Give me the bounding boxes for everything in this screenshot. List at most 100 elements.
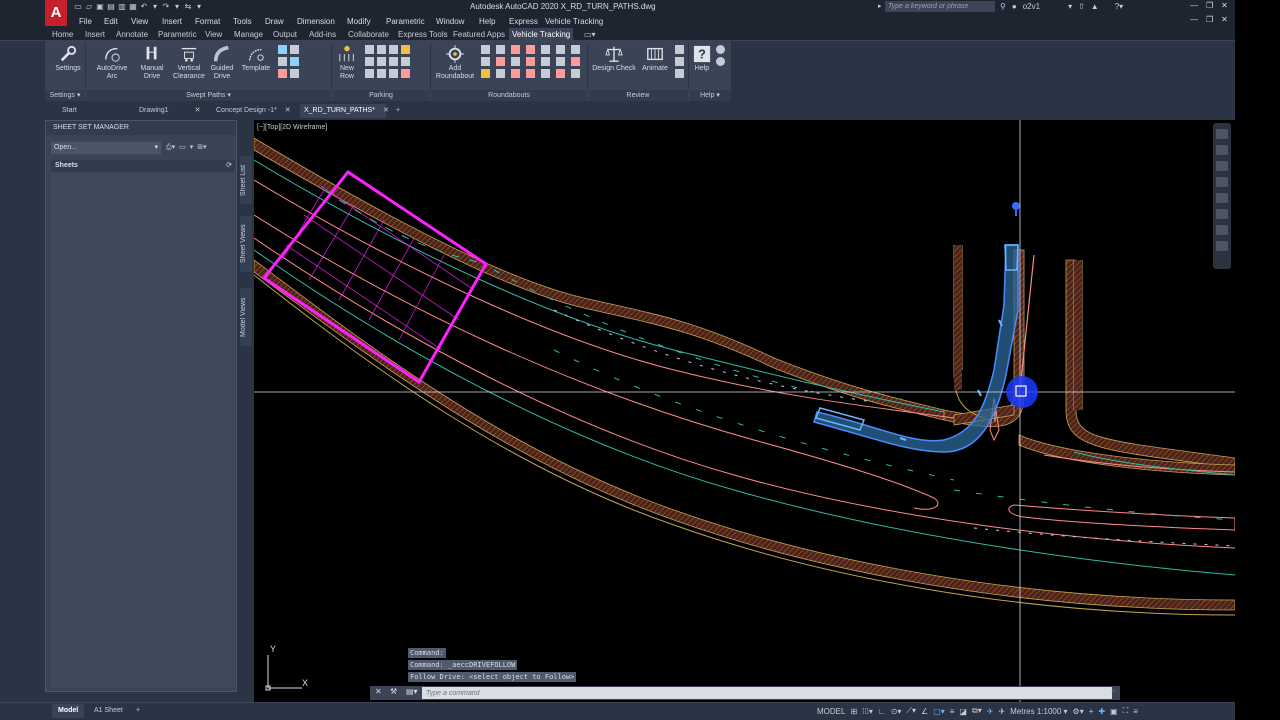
- menu-modify[interactable]: Modify: [347, 17, 371, 26]
- autocad-logo[interactable]: A: [45, 0, 67, 26]
- lineweight-icon[interactable]: ≡: [950, 707, 955, 716]
- exchange-icon[interactable]: ⇧: [1078, 2, 1085, 11]
- roundabout-tool-icon[interactable]: [556, 45, 565, 54]
- tab-view[interactable]: View: [205, 30, 222, 39]
- chevron-up-icon[interactable]: ▲: [1110, 687, 1117, 694]
- redo-icon[interactable]: ↷: [162, 2, 170, 12]
- steering-wheel-icon[interactable]: [1216, 129, 1228, 139]
- tab-parametric[interactable]: Parametric: [158, 30, 197, 39]
- command-line-close-icon[interactable]: ✕: [375, 687, 382, 696]
- qat-customize-icon[interactable]: ▾: [195, 2, 203, 12]
- settings-panel-footer[interactable]: Settings ▾: [45, 90, 85, 101]
- object-snap-icon[interactable]: ▢▾: [933, 707, 945, 716]
- clean-screen-icon[interactable]: ⛶: [1123, 706, 1129, 716]
- tab-add-ins[interactable]: Add-ins: [309, 30, 336, 39]
- roundabout-tool-icon[interactable]: [481, 57, 490, 66]
- tab-manage[interactable]: Manage: [234, 30, 263, 39]
- menu-edit[interactable]: Edit: [104, 17, 118, 26]
- tool-icon[interactable]: [290, 45, 299, 54]
- parking-panel-footer[interactable]: Parking: [332, 90, 430, 101]
- parking-tool-icon[interactable]: [401, 45, 410, 54]
- tool-icon[interactable]: [290, 57, 299, 66]
- menu-window[interactable]: Window: [436, 17, 464, 26]
- menu-tools[interactable]: Tools: [233, 17, 252, 26]
- orbit-icon[interactable]: [1216, 177, 1228, 187]
- settings-button[interactable]: Settings: [51, 45, 85, 73]
- auto-scale-icon[interactable]: ✈: [998, 707, 1005, 716]
- tab-home[interactable]: Home: [52, 30, 73, 39]
- pan-icon[interactable]: [1216, 145, 1228, 155]
- roundabout-tool-icon[interactable]: [496, 69, 505, 78]
- autodrive-arc-button[interactable]: AutoDrive Arc: [93, 45, 131, 81]
- palette-title[interactable]: SHEET SET MANAGER: [46, 121, 236, 135]
- transparency-icon[interactable]: ◪: [959, 707, 967, 716]
- design-check-button[interactable]: Design Check: [590, 45, 638, 73]
- roundabout-tool-icon[interactable]: [511, 69, 520, 78]
- roundabout-tool-icon[interactable]: [571, 45, 580, 54]
- help-button[interactable]: ? Help: [692, 45, 712, 73]
- menu-format[interactable]: Format: [195, 17, 220, 26]
- guided-drive-button[interactable]: Guided Drive: [208, 45, 236, 81]
- layout-tab-model[interactable]: Model: [52, 704, 85, 718]
- doc-tab-x-rd-turn-paths[interactable]: X_RD_TURN_PATHS* ✕: [300, 104, 389, 118]
- review-panel-footer[interactable]: Review: [588, 90, 688, 101]
- nav-extra-icon[interactable]: [1216, 209, 1228, 219]
- recent-commands-icon[interactable]: ▤▾: [406, 687, 418, 696]
- minimize-icon[interactable]: —: [1190, 1, 1198, 10]
- roundabout-tool-icon[interactable]: [556, 69, 565, 78]
- isodraft-icon[interactable]: ⟋▾: [906, 706, 916, 716]
- new-tab-button[interactable]: +: [392, 104, 406, 118]
- gear-icon[interactable]: ⚙▾: [1073, 707, 1084, 716]
- review-tool-icon[interactable]: [675, 57, 684, 66]
- tool-icon[interactable]: [278, 57, 287, 66]
- roundabout-tool-icon[interactable]: [541, 69, 550, 78]
- menu-draw[interactable]: Draw: [265, 17, 284, 26]
- vertical-clearance-button[interactable]: Vertical Clearance: [171, 45, 207, 81]
- close-icon[interactable]: ✕: [1221, 1, 1228, 10]
- user-dropdown-icon[interactable]: ▾: [1068, 2, 1072, 11]
- plus-icon[interactable]: +: [1089, 707, 1094, 716]
- new-icon[interactable]: ▭: [74, 2, 82, 12]
- tab-output[interactable]: Output: [273, 30, 297, 39]
- redo-dropdown-icon[interactable]: ▾: [173, 2, 181, 12]
- open-icon[interactable]: ▱: [85, 2, 93, 12]
- roundabout-tool-icon[interactable]: [571, 57, 580, 66]
- menu-parametric[interactable]: Parametric: [386, 17, 425, 26]
- doc-tab-start[interactable]: Start: [58, 104, 130, 118]
- parking-tool-icon[interactable]: [365, 69, 374, 78]
- showmotion-icon[interactable]: [1216, 193, 1228, 203]
- grid-icon[interactable]: ⊞: [850, 707, 857, 716]
- share-icon[interactable]: ⇆: [184, 2, 192, 12]
- manual-drive-button[interactable]: Manual Drive: [137, 45, 167, 81]
- roundabout-tool-icon[interactable]: [511, 57, 520, 66]
- binoculars-icon[interactable]: ⚲: [1000, 2, 1006, 11]
- animate-button[interactable]: Animate: [639, 45, 671, 73]
- menu-view[interactable]: View: [131, 17, 148, 26]
- doc-tab-concept-design[interactable]: Concept Design -1* ✕: [212, 104, 298, 118]
- close-icon[interactable]: ✕: [383, 107, 389, 114]
- sheet-set-select[interactable]: Open... ▾: [51, 142, 161, 154]
- menu-dimension[interactable]: Dimension: [297, 17, 335, 26]
- roundabout-tool-icon[interactable]: [526, 45, 535, 54]
- parking-tool-icon[interactable]: [389, 45, 398, 54]
- wrench-icon[interactable]: ⚒: [390, 687, 397, 696]
- parking-tool-icon[interactable]: [389, 69, 398, 78]
- menu-express[interactable]: Express: [509, 17, 538, 26]
- polar-icon[interactable]: ⊙▾: [891, 707, 902, 716]
- isolate-objects-icon[interactable]: ✚: [1098, 707, 1105, 716]
- parking-tool-icon[interactable]: [401, 57, 410, 66]
- tab-annotate[interactable]: Annotate: [116, 30, 148, 39]
- model-space-toggle[interactable]: MODEL: [817, 707, 845, 716]
- tab-sheet-list[interactable]: Sheet List: [240, 156, 252, 204]
- sheets-tree[interactable]: [51, 173, 235, 688]
- tool-icon[interactable]: [290, 69, 299, 78]
- parking-tool-icon[interactable]: [365, 57, 374, 66]
- add-roundabout-button[interactable]: Add Roundabout: [433, 45, 477, 81]
- doc-minimize-icon[interactable]: —: [1190, 15, 1198, 24]
- roundabout-tool-icon[interactable]: [571, 69, 580, 78]
- ribbon-minimize-icon[interactable]: ▭▾: [584, 30, 596, 39]
- parking-tool-icon[interactable]: [377, 45, 386, 54]
- search-input[interactable]: Type a keyword or phrase: [885, 1, 995, 12]
- annotation-visibility-icon[interactable]: ✈: [987, 707, 994, 716]
- roundabout-tool-icon[interactable]: [481, 69, 490, 78]
